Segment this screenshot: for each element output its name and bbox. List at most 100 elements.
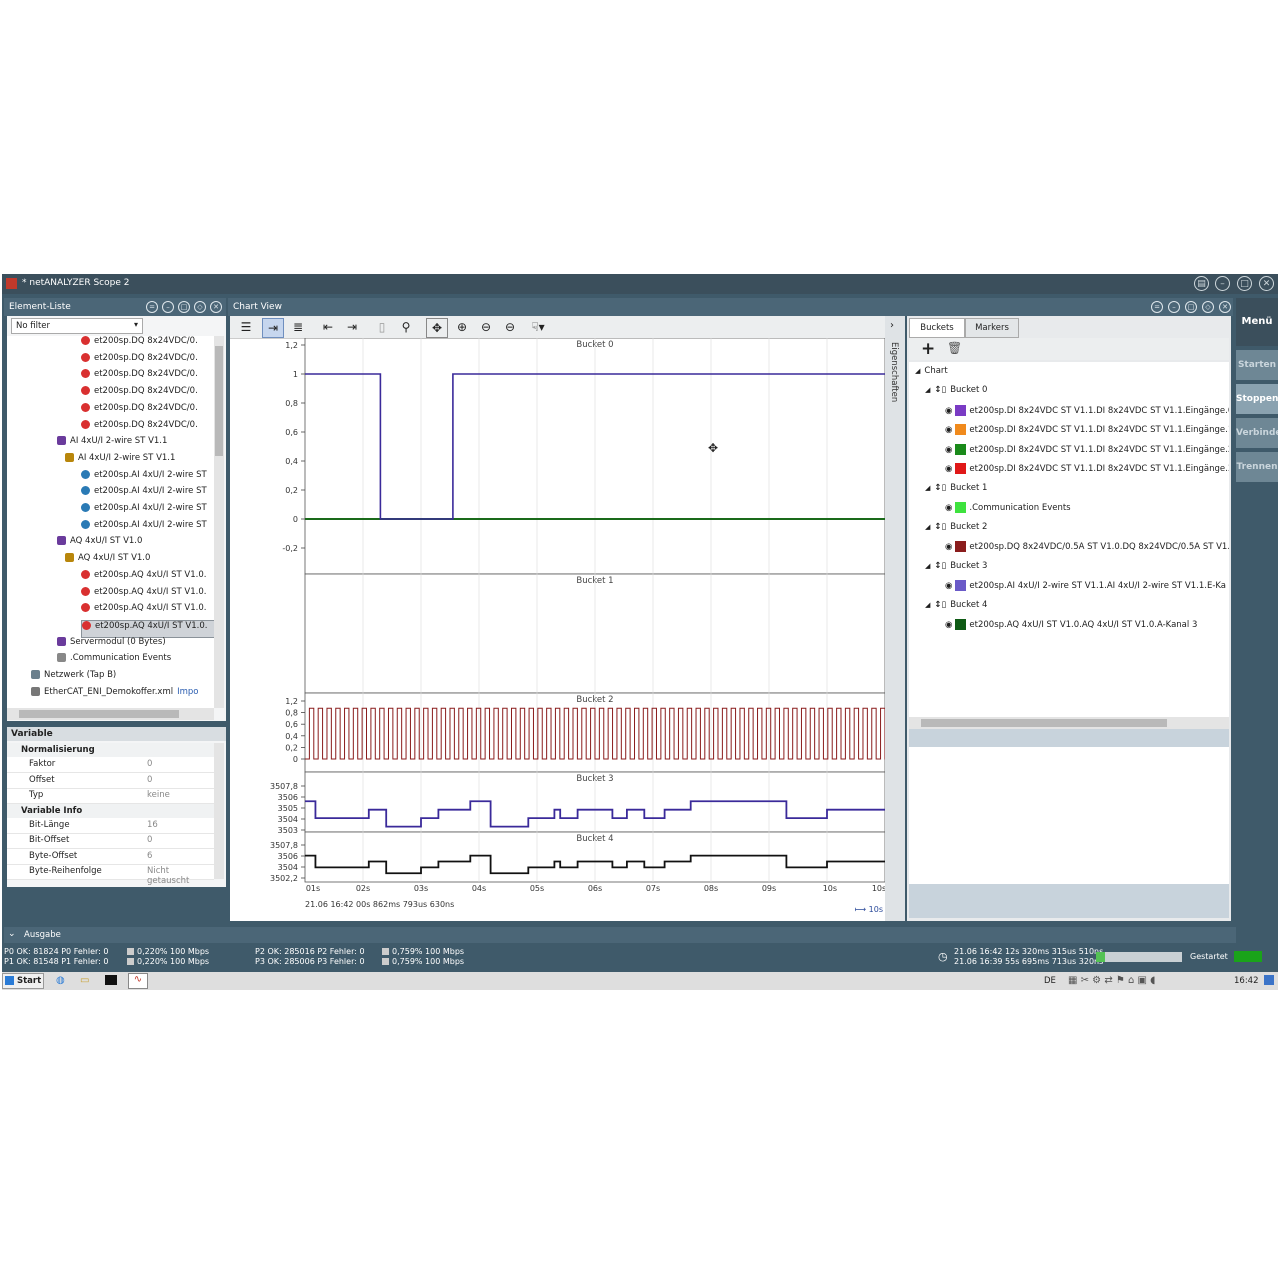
tree-item[interactable]: et200sp.AI 4xU/I 2-wire ST [81,503,215,519]
tree-item[interactable]: Netzwerk (Tap B) [31,670,215,686]
follow-icon[interactable]: ⇥ [262,318,284,338]
restore-panel-icon[interactable]: □ [1185,301,1197,313]
jump-end-icon[interactable]: ⇥ [342,318,362,336]
add-icon[interactable]: + [921,339,935,359]
property-row[interactable]: Byte-Offset 6 [7,849,214,865]
hand-menu-icon[interactable]: ☟▾ [524,318,552,336]
minimize-panel-icon[interactable]: – [1168,301,1180,313]
tree-item[interactable]: et200sp.AI 4xU/I 2-wire ST [81,486,215,502]
bucket-node[interactable]: ◢ ↕▯ Bucket 4 [925,600,987,616]
signal-color-swatch[interactable] [955,619,967,630]
tree-item[interactable]: AI 4xU/I 2-wire ST V1.1 [57,436,215,452]
bucket-signal[interactable]: ◉ et200sp.DI 8x24VDC ST V1.1.DI 8x24VDC S… [945,463,1229,479]
bucket-node[interactable]: ◢ ↕▯ Bucket 2 [925,522,987,538]
signal-color-swatch[interactable] [955,424,967,435]
disconnect-button[interactable]: Trennen [1236,452,1278,482]
eye-icon[interactable]: ◉ [945,445,952,455]
tree-item[interactable]: et200sp.AI 4xU/I 2-wire ST [81,519,215,536]
bucket-signal[interactable]: ◉ .Communication Events [945,502,1229,518]
tree-item[interactable]: et200sp.DQ 8x24VDC/0. [81,386,215,402]
start-button[interactable]: Start [2,973,44,989]
minimize-panel-icon[interactable]: – [162,301,174,313]
bucket-hscrollbar[interactable] [909,717,1229,729]
tree-item[interactable]: et200sp.DQ 8x24VDC/0. [81,352,215,369]
language-indicator[interactable]: DE [1044,976,1056,986]
chevron-down-icon[interactable]: ⌄ [8,929,16,939]
trash-icon[interactable]: 🗑 [947,341,962,355]
signal-color-swatch[interactable] [955,404,967,416]
property-row[interactable]: Bit-Länge 16 [7,818,214,834]
chart-area[interactable]: Bucket 01,210,80,60,40,20-0,2Bucket 1Buc… [230,338,885,921]
pin-icon[interactable]: = [146,301,158,313]
filter-dropdown[interactable]: No filter ▾ [11,318,143,334]
property-row[interactable]: Byte-Reihenfolge Nicht getauscht [7,864,214,886]
eye-icon[interactable]: ◉ [945,406,952,416]
zoom-in-icon[interactable]: ⊕ [452,318,472,336]
property-row[interactable]: Faktor 0 [7,757,214,773]
signal-color-swatch[interactable] [955,541,967,552]
tab-markers[interactable]: Markers [965,318,1019,338]
bucket-signal[interactable]: ◉ et200sp.DI 8x24VDC ST V1.1.DI 8x24VDC S… [945,424,1229,440]
menu-button[interactable]: Menü [1236,298,1278,346]
tree-item[interactable]: .Communication Events [57,653,215,669]
eye-icon[interactable]: ◉ [945,542,952,552]
tab-buckets[interactable]: Buckets [909,318,965,338]
close-panel-icon[interactable]: ✕ [210,301,222,313]
show-desktop-icon[interactable] [1264,975,1274,985]
property-row[interactable]: Offset 0 [7,773,214,789]
float-panel-icon[interactable]: ◇ [194,301,206,313]
zoom-y-icon[interactable]: ⊖ [500,318,520,336]
tree-item[interactable]: et200sp.DQ 8x24VDC/0. [81,369,215,385]
search-icon[interactable]: ⚲ [396,318,416,336]
tree-item[interactable]: et200sp.AQ 4xU/I ST V1.0. [81,603,215,619]
bucket-signal[interactable]: ◉ et200sp.DQ 8x24VDC/0.5A ST V1.0.DQ 8x24… [945,541,1229,557]
jump-start-icon[interactable]: ⇤ [318,318,338,336]
list-icon[interactable]: ☰ [236,318,256,336]
tree-hscrollbar[interactable] [7,708,214,720]
pan-icon[interactable]: ✥ [426,318,448,338]
tree-item[interactable]: AQ 4xU/I ST V1.0 [57,536,215,552]
start-button[interactable]: Starten [1236,350,1278,380]
minimize-icon[interactable]: – [1215,276,1230,291]
tree-item[interactable]: et200sp.AQ 4xU/I ST V1.0. [81,569,215,586]
signal-color-swatch[interactable] [955,463,967,474]
tree-item[interactable]: Servermodul (0 Bytes) [57,636,215,653]
close-panel-icon[interactable]: ✕ [1219,301,1231,313]
chart-root[interactable]: ◢ Chart [915,366,948,382]
restore-panel-icon[interactable]: □ [178,301,190,313]
pin-icon[interactable]: = [1151,301,1163,313]
property-group[interactable]: Variable Info [7,803,214,818]
close-icon[interactable]: ✕ [1259,276,1274,291]
property-row[interactable]: Bit-Offset 0 [7,833,214,849]
bucket-signal[interactable]: ◉ et200sp.AQ 4xU/I ST V1.0.AQ 4xU/I ST V1… [945,619,1229,635]
tray-icons[interactable]: ▦ ✂ ⚙ ⇄ ⚑ ⌂ ▣ ◖ [1068,975,1155,986]
netanalyzer-task-icon[interactable]: ∿ [128,973,148,989]
chevron-right-icon[interactable]: › [890,320,894,331]
tree-item[interactable]: EtherCAT_ENI_Demokoffer.xml Impo [31,686,215,703]
terminal-icon[interactable] [105,975,117,985]
eye-icon[interactable]: ◉ [945,464,952,474]
output-bar[interactable]: ⌄ Ausgabe [4,927,1236,943]
bucket-node[interactable]: ◢ ↕▯ Bucket 1 [925,483,987,499]
tree-item[interactable]: et200sp.DQ 8x24VDC/0. [81,402,215,419]
tree-item-extra[interactable]: Impo [177,687,198,697]
stop-button[interactable]: Stoppen [1236,384,1278,414]
align-icon[interactable]: ≣ [288,318,308,336]
signal-color-swatch[interactable] [955,580,967,591]
eye-icon[interactable]: ◉ [945,425,952,435]
float-panel-icon[interactable]: ◇ [1202,301,1214,313]
props-vscrollbar[interactable] [214,743,224,879]
maximize-icon[interactable]: □ [1237,276,1252,291]
browser-icon[interactable]: ◍ [56,975,65,986]
connect-button[interactable]: Verbinden [1236,418,1278,448]
tree-item[interactable]: AQ 4xU/I ST V1.0 [65,553,215,569]
signal-color-swatch[interactable] [955,502,967,513]
tree-vscrollbar[interactable] [214,336,224,708]
bucket-signal[interactable]: ◉ et200sp.AI 4xU/I 2-wire ST V1.1.AI 4xU/… [945,580,1229,596]
properties-side-tab[interactable]: › Eigenschaften [885,316,905,921]
signal-color-swatch[interactable] [955,443,967,455]
document-icon[interactable]: ▯ [372,318,392,336]
eye-icon[interactable]: ◉ [945,581,952,591]
property-row[interactable]: Typ keine [7,788,214,804]
eye-icon[interactable]: ◉ [945,620,952,630]
